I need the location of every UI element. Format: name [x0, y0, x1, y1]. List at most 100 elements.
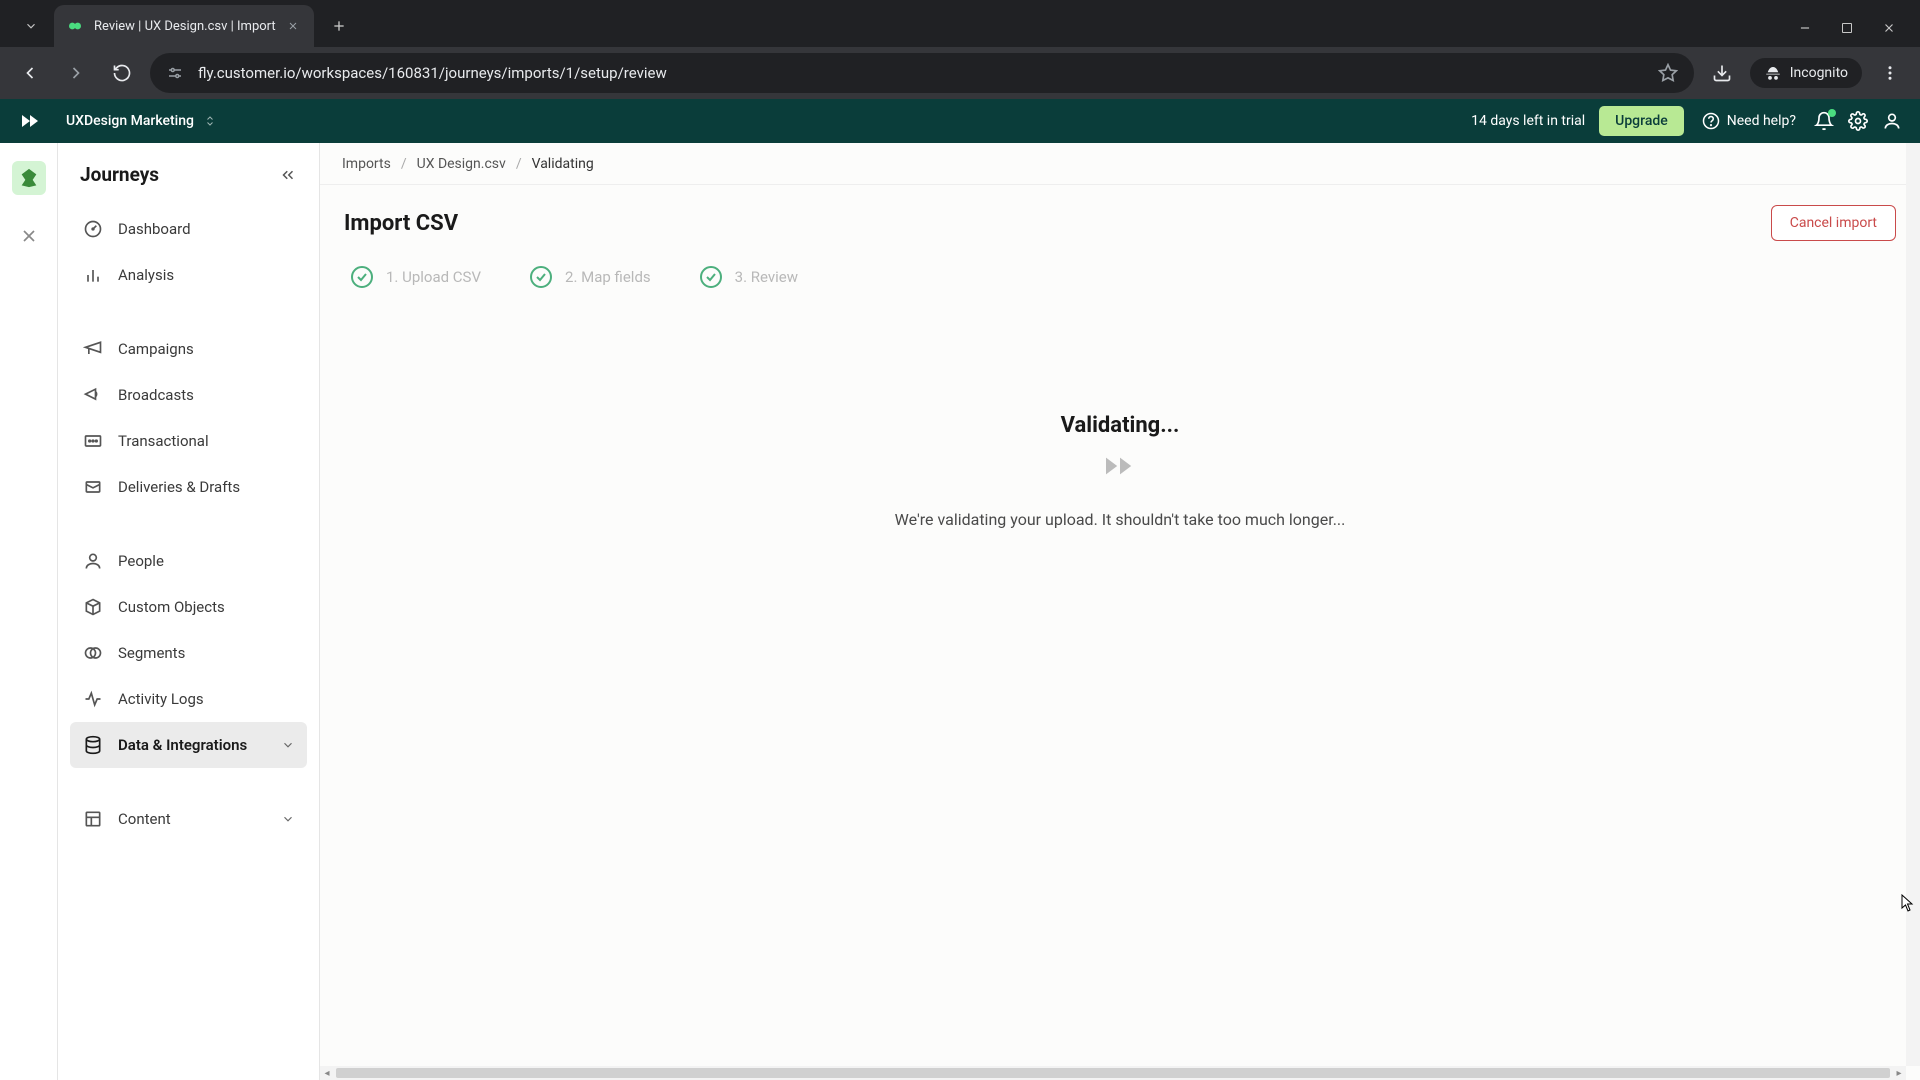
sidebar-item-label: Segments	[118, 644, 185, 662]
browser-tab-bar: Review | UX Design.csv | Import	[0, 0, 1920, 47]
vertical-scrollbar[interactable]	[1906, 143, 1920, 1066]
breadcrumb-separator: /	[516, 156, 522, 172]
sidebar-item-label: Custom Objects	[118, 598, 225, 616]
upgrade-button[interactable]: Upgrade	[1599, 106, 1684, 136]
sidebar-item-label: Deliveries & Drafts	[118, 478, 240, 496]
maximize-button[interactable]	[1838, 19, 1856, 37]
spinner-icon	[1103, 452, 1137, 486]
campaigns-icon	[82, 338, 104, 360]
activity-icon	[82, 688, 104, 710]
validating-panel: Validating... We're validating your uplo…	[320, 413, 1920, 529]
sidebar-item-label: Analysis	[118, 266, 174, 284]
collapse-sidebar-button[interactable]	[279, 166, 297, 184]
app-rail	[0, 143, 58, 1080]
page-title: Import CSV	[344, 211, 458, 236]
check-icon	[529, 265, 553, 289]
step-label: 1. Upload CSV	[386, 268, 481, 286]
step-review: 3. Review	[699, 265, 798, 289]
sidebar-item-analysis[interactable]: Analysis	[70, 252, 307, 298]
notification-dot-icon	[1828, 109, 1836, 117]
sidebar-item-custom-objects[interactable]: Custom Objects	[70, 584, 307, 630]
sidebar-title: Journeys	[80, 163, 159, 186]
validating-message: We're validating your upload. It shouldn…	[320, 510, 1920, 529]
minimize-button[interactable]	[1796, 19, 1814, 37]
step-label: 2. Map fields	[565, 268, 651, 286]
sidebar-item-deliveries[interactable]: Deliveries & Drafts	[70, 464, 307, 510]
back-button[interactable]	[12, 55, 48, 91]
sidebar-item-content[interactable]: Content	[70, 796, 307, 842]
need-help-button[interactable]: Need help?	[1702, 112, 1796, 130]
sidebar-item-broadcasts[interactable]: Broadcasts	[70, 372, 307, 418]
cancel-import-button[interactable]: Cancel import	[1771, 205, 1896, 241]
sidebar-item-transactional[interactable]: Transactional	[70, 418, 307, 464]
sidebar-item-dashboard[interactable]: Dashboard	[70, 206, 307, 252]
dashboard-icon	[82, 218, 104, 240]
check-icon	[350, 265, 374, 289]
check-icon	[699, 265, 723, 289]
need-help-label: Need help?	[1727, 113, 1796, 129]
breadcrumb-file[interactable]: UX Design.csv	[417, 156, 506, 172]
people-icon	[82, 550, 104, 572]
scroll-thumb[interactable]	[336, 1068, 1890, 1078]
incognito-label: Incognito	[1790, 65, 1848, 81]
browser-tab[interactable]: Review | UX Design.csv | Import	[54, 5, 314, 47]
app-header: UXDesign Marketing 14 days left in trial…	[0, 99, 1920, 143]
sidebar-item-label: People	[118, 552, 164, 570]
site-settings-icon[interactable]	[166, 64, 184, 82]
rail-secondary-icon[interactable]	[12, 219, 46, 253]
step-map: 2. Map fields	[529, 265, 651, 289]
sidebar-item-people[interactable]: People	[70, 538, 307, 584]
sidebar-item-label: Content	[118, 810, 171, 828]
transactional-icon	[82, 430, 104, 452]
workspace-name[interactable]: UXDesign Marketing	[66, 113, 194, 129]
database-icon	[82, 734, 104, 756]
downloads-button[interactable]	[1704, 55, 1740, 91]
tab-favicon-icon	[66, 17, 84, 35]
chevron-down-icon	[281, 812, 295, 826]
chart-icon	[82, 264, 104, 286]
chevron-down-icon	[281, 738, 295, 752]
browser-menu-button[interactable]	[1872, 55, 1908, 91]
address-bar[interactable]: fly.customer.io/workspaces/160831/journe…	[150, 53, 1694, 93]
app-logo-icon[interactable]	[18, 109, 42, 133]
sidebar-item-label: Transactional	[118, 432, 209, 450]
sidebar-item-label: Activity Logs	[118, 690, 204, 708]
validating-title: Validating...	[320, 413, 1920, 438]
trial-status: 14 days left in trial	[1471, 113, 1585, 129]
breadcrumb-current: Validating	[532, 156, 594, 172]
deliveries-icon	[82, 476, 104, 498]
breadcrumb-imports[interactable]: Imports	[342, 156, 391, 172]
scroll-right-icon[interactable]: ▸	[1892, 1066, 1906, 1080]
close-window-button[interactable]	[1880, 19, 1898, 37]
breadcrumb: Imports / UX Design.csv / Validating	[320, 143, 1920, 185]
sidebar-item-campaigns[interactable]: Campaigns	[70, 326, 307, 372]
bookmark-icon[interactable]	[1658, 63, 1678, 83]
sidebar-item-activity-logs[interactable]: Activity Logs	[70, 676, 307, 722]
sidebar: Journeys Dashboard Analysis Campaigns Br…	[58, 143, 320, 1080]
sidebar-item-label: Campaigns	[118, 340, 194, 358]
reload-button[interactable]	[104, 55, 140, 91]
import-steps: 1. Upload CSV 2. Map fields 3. Review	[320, 257, 1920, 313]
content-icon	[82, 808, 104, 830]
sidebar-item-label: Data & Integrations	[118, 736, 247, 754]
tab-search-button[interactable]	[14, 9, 48, 43]
step-upload: 1. Upload CSV	[350, 265, 481, 289]
profile-button[interactable]	[1882, 111, 1902, 131]
sidebar-item-data-integrations[interactable]: Data & Integrations	[70, 722, 307, 768]
step-label: 3. Review	[735, 268, 798, 286]
settings-button[interactable]	[1848, 111, 1868, 131]
sidebar-item-segments[interactable]: Segments	[70, 630, 307, 676]
workspace-switcher-icon[interactable]	[204, 113, 216, 129]
sidebar-item-label: Broadcasts	[118, 386, 194, 404]
horizontal-scrollbar[interactable]: ◂ ▸	[320, 1066, 1906, 1080]
incognito-badge[interactable]: Incognito	[1750, 58, 1862, 88]
forward-button[interactable]	[58, 55, 94, 91]
main-content: Imports / UX Design.csv / Validating Imp…	[320, 143, 1920, 1080]
rail-journeys-icon[interactable]	[12, 161, 46, 195]
cube-icon	[82, 596, 104, 618]
scroll-left-icon[interactable]: ◂	[320, 1066, 334, 1080]
new-tab-button[interactable]	[322, 9, 356, 43]
notifications-button[interactable]	[1814, 111, 1834, 131]
segments-icon	[82, 642, 104, 664]
close-tab-button[interactable]	[284, 17, 302, 35]
